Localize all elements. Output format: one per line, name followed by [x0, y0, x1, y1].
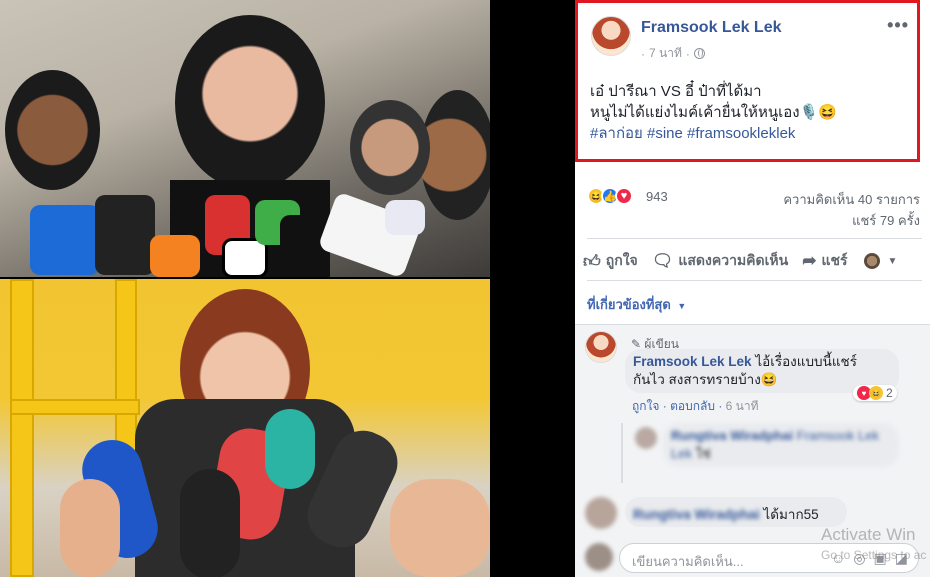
- comment-button[interactable]: 🗨 แสดงความคิดเห็น: [652, 250, 788, 272]
- facebook-post-panel: Framsook Lek Lek · 7 นาที · ••• เอ๋ ปารี…: [575, 0, 930, 577]
- sandals-photo[interactable]: [0, 279, 490, 577]
- share-arrow-icon: ➦: [802, 251, 817, 270]
- post-body: เอ๋ ปารีณา VS อี๋ ป๋าที่ได้มา หนูไม่ได้แ…: [590, 81, 837, 144]
- reply-bubble: Rungtiva Wiradphai Framsook Lek Lek ใช่: [663, 423, 899, 467]
- press-conference-photo[interactable]: [0, 0, 490, 277]
- reaction-icons[interactable]: 😆 👍 ♥: [587, 187, 633, 205]
- activate-windows-watermark: Activate Win Go to Settings to ac: [821, 525, 926, 565]
- more-horizontal-icon[interactable]: •••: [887, 15, 909, 36]
- post-line-2: หนูไม่ได้แย่งไมค์เค้ายื่นให้หนูเอง🎙️😆: [590, 104, 837, 121]
- like-label: ถูกใจ: [605, 252, 638, 268]
- thumbs-up-icon: 👍︎: [583, 251, 601, 271]
- comments-section: ✎ ผู้เขียน Framsook Lek Lek ไอ้เรื่องแบบ…: [575, 324, 930, 577]
- divider: [587, 280, 922, 281]
- comment-reaction-count: 2: [886, 386, 893, 400]
- comment-filter-label: ที่เกี่ยวข้องที่สุด: [587, 297, 671, 312]
- comment2-text: ได้มาก55: [763, 507, 819, 522]
- reply-avatar[interactable]: [635, 427, 657, 449]
- photo-collage[interactable]: [0, 0, 490, 577]
- identity-selector[interactable]: ▼: [863, 253, 898, 269]
- comment-time[interactable]: 6 นาที: [726, 399, 759, 413]
- comment2-bubble: Rungtiva Wiradphai ได้มาก55: [625, 497, 847, 527]
- caret-down-icon: ▼: [677, 301, 687, 311]
- reply-author[interactable]: Rungtiva Wiradphai: [671, 428, 793, 443]
- chevron-down-icon: ▼: [887, 255, 898, 267]
- post-hashtags[interactable]: #ลาก่อย #sine #framsookleklek: [590, 123, 837, 144]
- comment2-author[interactable]: Rungtiva Wiradphai: [633, 507, 760, 522]
- comment-text-b: กันไว สงสารทรายบ้าง😆: [633, 372, 778, 387]
- separator: ·: [662, 399, 667, 413]
- post-author-name[interactable]: Framsook Lek Lek: [641, 19, 782, 37]
- divider: [587, 238, 922, 239]
- reply-thread-line: [621, 423, 623, 483]
- share-button[interactable]: ➦ แชร์: [802, 250, 847, 272]
- comment-avatar[interactable]: [585, 331, 617, 363]
- reaction-count[interactable]: 943: [646, 189, 668, 204]
- like-button[interactable]: 👍︎ ถูกใจ: [583, 250, 638, 272]
- comment-label: แสดงความคิดเห็น: [678, 252, 789, 268]
- post-timestamp[interactable]: 7 นาที: [649, 44, 682, 63]
- comment-like-link[interactable]: ถูกใจ: [632, 399, 659, 413]
- separator: ·: [718, 399, 723, 413]
- watermark-subtitle: Go to Settings to ac: [821, 548, 927, 562]
- author-avatar[interactable]: [591, 16, 631, 56]
- comment-reactions[interactable]: ♥ 😆 2: [853, 385, 897, 401]
- comment-actions: ถูกใจ · ตอบกลับ · 6 นาที: [632, 397, 759, 416]
- post-actions-bar: 👍︎ ถูกใจ 🗨 แสดงความคิดเห็น ➦ แชร์ ▼: [583, 250, 923, 272]
- comment-reply-link[interactable]: ตอบกลับ: [670, 399, 715, 413]
- meta-separator: ·: [641, 46, 645, 61]
- page-avatar: [863, 253, 880, 269]
- comment-text-a: ไอ้เรื่องแบบนี้แชร์: [755, 354, 857, 369]
- share-label: แชร์: [821, 252, 848, 268]
- comment-bubble-icon: 🗨: [651, 251, 674, 270]
- post-highlight-box: Framsook Lek Lek · 7 นาที · ••• เอ๋ ปารี…: [575, 0, 920, 162]
- comment-input-placeholder: เขียนความคิดเห็น...: [632, 554, 744, 569]
- post-line-1: เอ๋ ปารีณา VS อี๋ ป๋าที่ได้มา: [590, 83, 762, 100]
- comment-filter-dropdown[interactable]: ที่เกี่ยวข้องที่สุด ▼: [587, 294, 686, 315]
- comment-count[interactable]: ความคิดเห็น 40 รายการ: [783, 189, 920, 210]
- meta-separator: ·: [685, 46, 690, 61]
- watermark-title: Activate Win: [821, 525, 916, 544]
- share-count[interactable]: แชร์ 79 ครั้ง: [852, 210, 920, 231]
- comment2-avatar[interactable]: [585, 497, 617, 529]
- haha-reaction-icon: 😆: [869, 386, 883, 400]
- comment-author[interactable]: Framsook Lek Lek: [633, 354, 752, 369]
- reply-text: ใช่: [695, 446, 711, 461]
- post-meta: · 7 นาที ·: [641, 44, 705, 63]
- viewer-avatar: [585, 543, 613, 571]
- love-reaction-icon: ♥: [615, 187, 633, 205]
- globe-icon: [693, 48, 705, 59]
